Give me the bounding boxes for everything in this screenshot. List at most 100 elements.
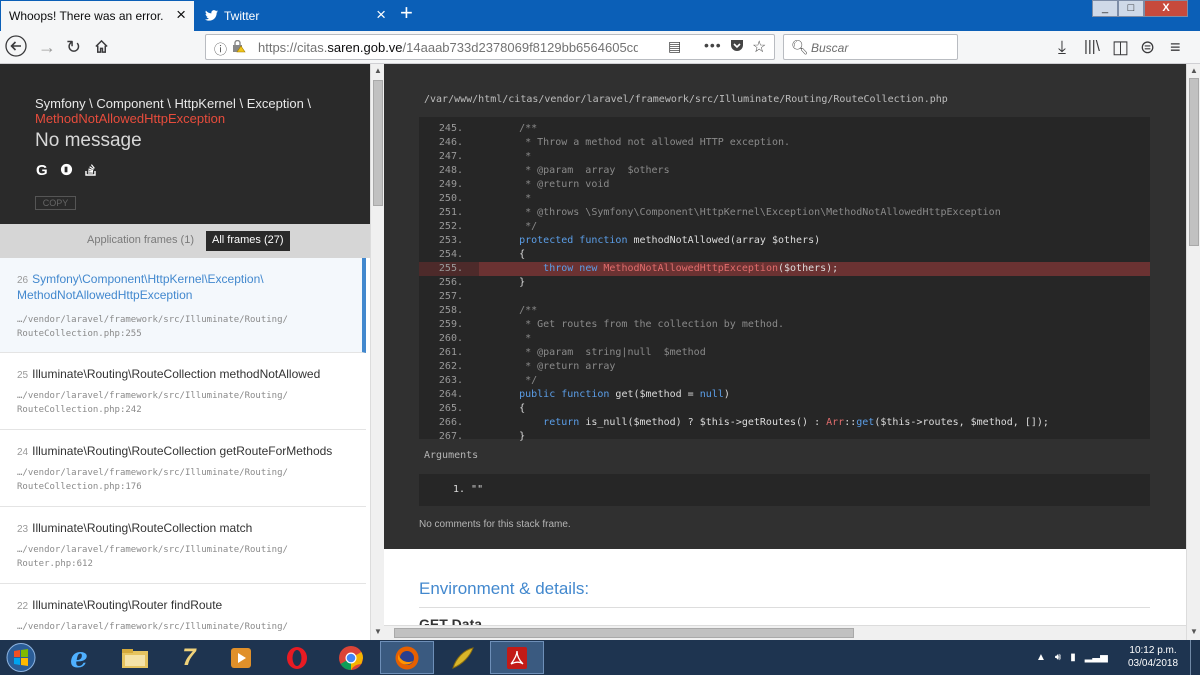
url-text[interactable]: https://citas.saren.gob.ve/14aaab733d237… [258, 40, 638, 55]
info-icon[interactable]: ⓘ [214, 39, 227, 58]
google-search-icon[interactable]: G [36, 162, 48, 179]
bookmark-star-icon[interactable]: ☆ [752, 37, 766, 57]
tab-twitter[interactable]: Twitter × [196, 1, 394, 31]
stack-frames-panel: Symfony \ Component \ HttpKernel \ Excep… [0, 64, 370, 640]
line-number: 246. [438, 137, 463, 148]
frame-class: Illuminate\Routing\RouteCollection metho… [32, 367, 321, 381]
scrollbar-thumb[interactable] [394, 628, 854, 638]
browser-tab-strip: Whoops! There was an error. × Twitter × … [0, 0, 1200, 31]
maximize-button[interactable]: □ [1118, 0, 1144, 17]
all-frames-toggle[interactable]: All frames (27) [206, 231, 290, 251]
taskbar-app-7zip[interactable]: 7 [162, 641, 216, 674]
stackoverflow-search-icon[interactable] [84, 162, 97, 179]
file-path[interactable]: /var/www/html/citas/vendor/laravel/frame… [424, 94, 948, 105]
close-window-button[interactable]: X [1144, 0, 1188, 17]
line-number: 266. [438, 417, 463, 428]
sidebar-icon[interactable]: ◫ [1112, 37, 1129, 57]
code-text: } [495, 431, 526, 442]
stack-frame-24[interactable]: 24 Illuminate\Routing\RouteCollection get… [0, 430, 366, 507]
home-icon[interactable] [94, 38, 109, 58]
reader-view-icon[interactable]: ▤ [668, 38, 681, 55]
frame-filter: Application frames (1) All frames (27) [0, 224, 370, 258]
new-tab-button[interactable]: + [400, 2, 413, 24]
stack-frame-25[interactable]: 25 Illuminate\Routing\RouteCollection met… [0, 353, 366, 430]
show-hidden-icons[interactable]: ▲ [1036, 652, 1046, 663]
chrome-icon [339, 645, 363, 670]
code-line: 265. { [419, 402, 1150, 416]
search-input[interactable]: 🔍︎ Buscar [783, 34, 958, 60]
library-icon[interactable]: |||\ [1084, 37, 1100, 57]
show-desktop-button[interactable] [1190, 640, 1200, 675]
code-text: * Throw a method not allowed HTTP except… [495, 137, 791, 148]
tab-whoops[interactable]: Whoops! There was an error. × [1, 1, 194, 31]
clock-time: 10:12 p.m. [1129, 645, 1177, 656]
system-tray: ▲ 🔊︎ ▮ ▂▃▅ [1036, 652, 1108, 663]
scroll-down-arrow-icon[interactable]: ▼ [1190, 627, 1198, 636]
frame-list: 26 Symfony\Component\HttpKernel\Exception… [0, 258, 370, 640]
forward-icon[interactable]: → [38, 37, 56, 57]
back-icon[interactable] [5, 35, 27, 61]
code-text: } [495, 277, 526, 288]
scroll-down-arrow-icon[interactable]: ▼ [374, 627, 382, 636]
scrollbar-thumb[interactable] [373, 80, 383, 206]
line-number: 259. [438, 319, 463, 330]
code-text: { [495, 403, 526, 414]
search-links: G [36, 162, 97, 179]
taskbar-firefox[interactable] [380, 641, 434, 674]
stack-frame-22[interactable]: 22 Illuminate\Routing\Router findRoute …/… [0, 584, 366, 640]
power-icon[interactable]: ▮ [1070, 652, 1076, 663]
frame-path: …/vendor/laravel/framework/src/Illuminat… [17, 391, 288, 401]
page-scrollbar[interactable]: ▲ ▼ [1186, 64, 1200, 640]
copy-button[interactable]: COPY [35, 196, 76, 210]
line-number: 253. [438, 235, 463, 246]
code-text: * [495, 151, 532, 162]
code-line: 246. * Throw a method not allowed HTTP e… [419, 136, 1150, 150]
system-clock[interactable]: 10:12 p.m. 03/04/2018 [1128, 644, 1178, 670]
taskbar-media[interactable] [214, 641, 268, 674]
application-frames-toggle[interactable]: Application frames (1) [87, 234, 194, 246]
code-text: /** [495, 123, 538, 134]
scrollbar-thumb[interactable] [1189, 78, 1199, 246]
reload-icon[interactable]: ↻ [66, 37, 81, 57]
frame-title: 22 Illuminate\Routing\Router findRoute [17, 598, 357, 614]
line-number: 256. [438, 277, 463, 288]
code-text: * @return array [495, 361, 616, 372]
exception-name: MethodNotAllowedHttpException [35, 111, 226, 126]
lock-warning-icon[interactable] [232, 40, 246, 53]
code-text: * @return void [495, 179, 610, 190]
frame-title: 25 Illuminate\Routing\RouteCollection met… [17, 367, 357, 383]
taskbar-app-feather[interactable] [436, 641, 490, 674]
code-line: 252. */ [419, 220, 1150, 234]
close-tab-icon[interactable]: × [376, 6, 386, 24]
taskbar-chrome[interactable] [324, 641, 378, 674]
horizontal-scrollbar[interactable] [384, 625, 1186, 640]
taskbar-ie[interactable]: e [52, 641, 106, 674]
duckduckgo-search-icon[interactable] [60, 163, 73, 179]
frames-scrollbar[interactable]: ▲ ▼ [370, 64, 384, 640]
frame-details-panel: /var/www/html/citas/vendor/laravel/frame… [384, 64, 1186, 625]
stack-frame-26[interactable]: 26 Symfony\Component\HttpKernel\Exception… [0, 258, 366, 353]
scroll-up-arrow-icon[interactable]: ▲ [374, 66, 382, 75]
minimize-button[interactable]: _ [1092, 0, 1118, 17]
volume-icon[interactable]: 🔊︎ [1055, 652, 1061, 663]
code-line: 261. * @param string|null $method [419, 346, 1150, 360]
url-path: /14aaab733d2378069f8129bb6564605cd16 [402, 40, 638, 55]
menu-icon[interactable]: ≡ [1170, 37, 1181, 57]
scroll-up-arrow-icon[interactable]: ▲ [1190, 66, 1198, 75]
sync-icon[interactable]: ⊜ [1140, 37, 1155, 57]
downloads-icon[interactable]: ⤓ [1058, 37, 1066, 57]
close-tab-icon[interactable]: × [176, 6, 186, 24]
taskbar-acrobat[interactable] [490, 641, 544, 674]
frame-number: 26 [17, 275, 29, 286]
taskbar-opera[interactable] [270, 641, 324, 674]
pocket-icon[interactable] [730, 39, 744, 52]
code-line: 258. /** [419, 304, 1150, 318]
stack-frame-23[interactable]: 23 Illuminate\Routing\RouteCollection mat… [0, 507, 366, 584]
feather-app-icon [452, 646, 474, 669]
taskbar-explorer[interactable] [108, 641, 162, 674]
page-actions-icon[interactable]: ••• [704, 37, 722, 53]
code-line: 248. * @param array $others [419, 164, 1150, 178]
start-button-icon[interactable] [4, 642, 38, 673]
network-icon[interactable]: ▂▃▅ [1085, 652, 1108, 663]
url-bar[interactable]: ⓘ https://citas.saren.gob.ve/14aaab733d2… [205, 34, 775, 60]
